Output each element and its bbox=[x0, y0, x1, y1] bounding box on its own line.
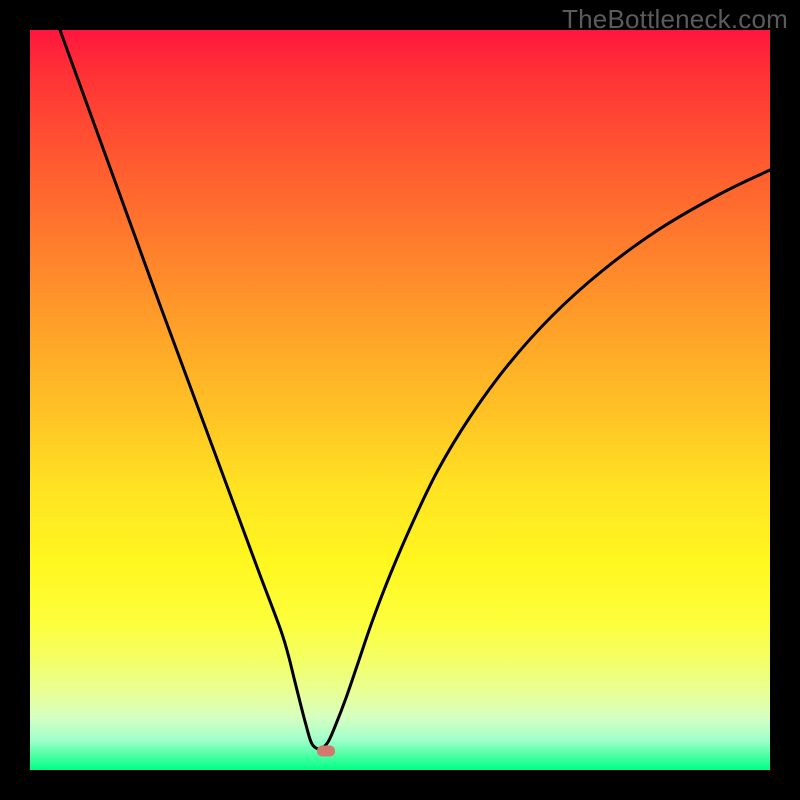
bottleneck-curve bbox=[30, 30, 770, 770]
chart-frame: TheBottleneck.com bbox=[0, 0, 800, 800]
optimum-marker bbox=[317, 746, 335, 757]
watermark-text: TheBottleneck.com bbox=[562, 4, 788, 35]
plot-area bbox=[30, 30, 770, 770]
